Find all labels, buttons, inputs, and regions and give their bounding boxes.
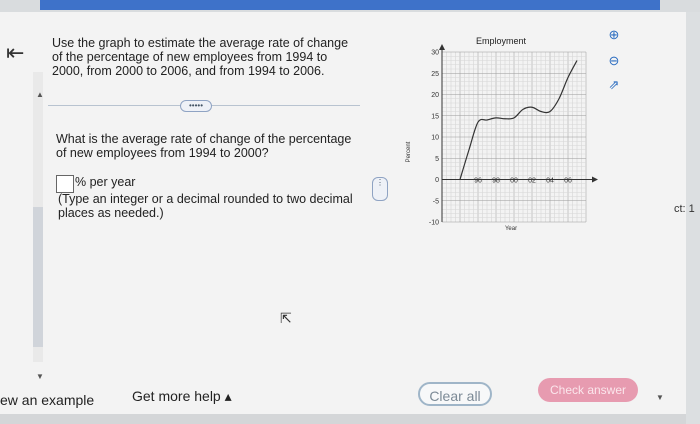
check-answer-button[interactable]: Check answer — [538, 378, 638, 402]
x-axis-label: Year — [505, 226, 517, 232]
y-tick-label: 10 — [431, 135, 439, 142]
right-strip — [686, 12, 700, 424]
scroll-down-icon[interactable]: ▼ — [656, 393, 664, 402]
y-axis-label: Percent — [406, 141, 412, 162]
view-example-link[interactable]: ew an example — [0, 392, 94, 408]
back-arrow-icon[interactable]: ⇤ — [6, 42, 24, 64]
sub-question: What is the average rate of change of th… — [56, 132, 352, 160]
zoom-in-icon[interactable]: ⊕ — [604, 26, 624, 44]
chart-title: Employment — [476, 36, 527, 46]
get-more-help-button[interactable]: Get more help ▴ — [132, 388, 232, 405]
x-tick-label: 00 — [510, 178, 518, 185]
question-text: Use the graph to estimate the average ra… — [52, 36, 349, 78]
employment-graph: Employment Percent Year -10 -5 0 5 10 15 20 25 3… — [406, 36, 598, 232]
expand-button[interactable]: ••••• — [180, 100, 212, 112]
y-axis-arrow — [439, 44, 445, 50]
clear-all-button[interactable]: Clear all — [418, 382, 492, 406]
x-axis-arrow — [592, 176, 598, 183]
y-tick-label: 5 — [435, 156, 439, 163]
answer-input[interactable] — [56, 175, 74, 193]
side-text: ct: 1 — [674, 203, 695, 215]
y-tick-label: 30 — [431, 50, 439, 57]
question-panel: ⇤ ▲ ▼ Use the graph to estimate the aver… — [0, 12, 687, 414]
x-tick-label: 06 — [564, 178, 572, 185]
pop-out-icon[interactable]: ⇗ — [604, 76, 624, 94]
mouse-cursor-icon: ⇱ — [280, 310, 292, 326]
scroll-down-icon[interactable]: ▼ — [36, 372, 44, 381]
answer-hint: (Type an integer or a decimal rounded to… — [58, 192, 353, 220]
y-tick-label: 15 — [431, 113, 439, 120]
scroll-up-icon[interactable]: ▲ — [36, 90, 44, 99]
zoom-out-icon[interactable]: ⊖ — [604, 52, 624, 70]
unit-label: % per year — [75, 175, 136, 189]
y-tick-label: 0 — [435, 177, 439, 184]
x-tick-label: 02 — [528, 178, 536, 185]
panel-resize-handle[interactable]: ⋮ — [372, 177, 388, 201]
x-tick-label: 98 — [492, 178, 500, 185]
y-tick-label: -5 — [433, 198, 439, 205]
title-accent — [40, 0, 660, 10]
x-tick-label: 04 — [546, 178, 554, 185]
y-tick-label: 25 — [431, 71, 439, 78]
x-tick-label: 96 — [474, 178, 482, 185]
top-bar — [0, 0, 700, 12]
y-tick-label: -10 — [429, 220, 439, 227]
scrollbar-thumb[interactable] — [33, 207, 43, 347]
y-tick-label: 20 — [431, 92, 439, 99]
